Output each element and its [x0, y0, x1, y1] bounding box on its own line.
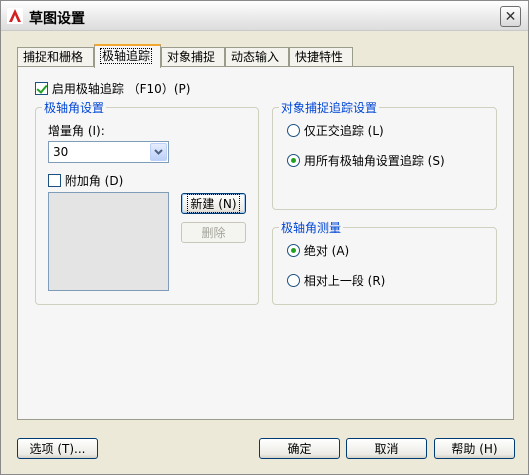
all-polar-tracking-option[interactable]: 用所有极轴角设置追踪 (S)	[287, 152, 445, 169]
increment-angle-select[interactable]: 30	[48, 141, 169, 163]
polar-angle-settings-group: 极轴角设置 增量角 (I): 30 附加角 (D) 新建 (N) 删除	[35, 99, 259, 305]
all-polar-tracking-radio[interactable]	[287, 154, 300, 167]
additional-angle-row[interactable]: 附加角 (D)	[48, 172, 123, 189]
enable-polar-checkbox[interactable]	[35, 82, 48, 95]
ok-button[interactable]: 确定	[259, 438, 340, 459]
delete-angle-button[interactable]: 删除	[181, 222, 246, 243]
tab-quick-properties[interactable]: 快捷特性	[289, 47, 353, 67]
relative-option[interactable]: 相对上一段 (R)	[287, 272, 385, 289]
relative-radio[interactable]	[287, 274, 300, 287]
enable-polar-label: 启用极轴追踪 （F10）(P)	[51, 82, 191, 96]
snap-tracking-settings-legend: 对象捕捉追踪设置	[279, 99, 380, 116]
new-angle-button[interactable]: 新建 (N)	[181, 193, 246, 214]
tab-snap-grid[interactable]: 捕捉和栅格	[17, 47, 94, 67]
polar-tracking-panel: 启用极轴追踪 （F10）(P) 极轴角设置 增量角 (I): 30 附加角 (D…	[17, 66, 514, 420]
tab-dynamic-input[interactable]: 动态输入	[225, 47, 289, 67]
increment-angle-label: 增量角 (I):	[48, 124, 105, 138]
polar-angle-settings-legend: 极轴角设置	[42, 99, 107, 116]
absolute-option[interactable]: 绝对 (A)	[287, 242, 349, 259]
chevron-down-icon[interactable]	[150, 143, 167, 161]
increment-angle-value: 30	[53, 145, 69, 159]
relative-label: 相对上一段 (R)	[303, 274, 386, 288]
tab-object-snap[interactable]: 对象捕捉	[161, 47, 225, 67]
options-button[interactable]: 选项 (T)...	[17, 438, 98, 459]
cancel-button[interactable]: 取消	[346, 438, 427, 459]
all-polar-tracking-label: 用所有极轴角设置追踪 (S)	[303, 154, 445, 168]
orthogonal-tracking-option[interactable]: 仅正交追踪 (L)	[287, 122, 384, 139]
absolute-radio[interactable]	[287, 244, 300, 257]
title-bar[interactable]: 草图设置 ✕	[1, 1, 528, 31]
additional-angle-checkbox[interactable]	[48, 174, 61, 187]
window-title: 草图设置	[29, 11, 85, 27]
additional-angle-label: 附加角 (D)	[64, 174, 124, 188]
polar-measurement-group: 极轴角测量 绝对 (A) 相对上一段 (R)	[272, 219, 497, 305]
orthogonal-tracking-label: 仅正交追踪 (L)	[303, 124, 384, 138]
autocad-logo-icon	[7, 8, 23, 24]
snap-tracking-settings-group: 对象捕捉追踪设置 仅正交追踪 (L) 用所有极轴角设置追踪 (S)	[272, 99, 497, 210]
absolute-label: 绝对 (A)	[303, 244, 350, 258]
tab-polar-tracking[interactable]: 极轴追踪	[94, 44, 161, 68]
additional-angles-list[interactable]	[48, 192, 169, 291]
dialog-window: 草图设置 ✕ 捕捉和栅格 极轴追踪 对象捕捉 动态输入 快捷特性 启用极轴追踪 …	[0, 0, 529, 475]
help-button[interactable]: 帮助 (H)	[434, 438, 515, 459]
orthogonal-tracking-radio[interactable]	[287, 124, 300, 137]
close-icon: ✕	[504, 8, 517, 25]
close-button[interactable]: ✕	[500, 6, 521, 27]
polar-measurement-legend: 极轴角测量	[279, 219, 344, 236]
enable-polar-checkbox-row[interactable]: 启用极轴追踪 （F10）(P)	[35, 80, 190, 97]
